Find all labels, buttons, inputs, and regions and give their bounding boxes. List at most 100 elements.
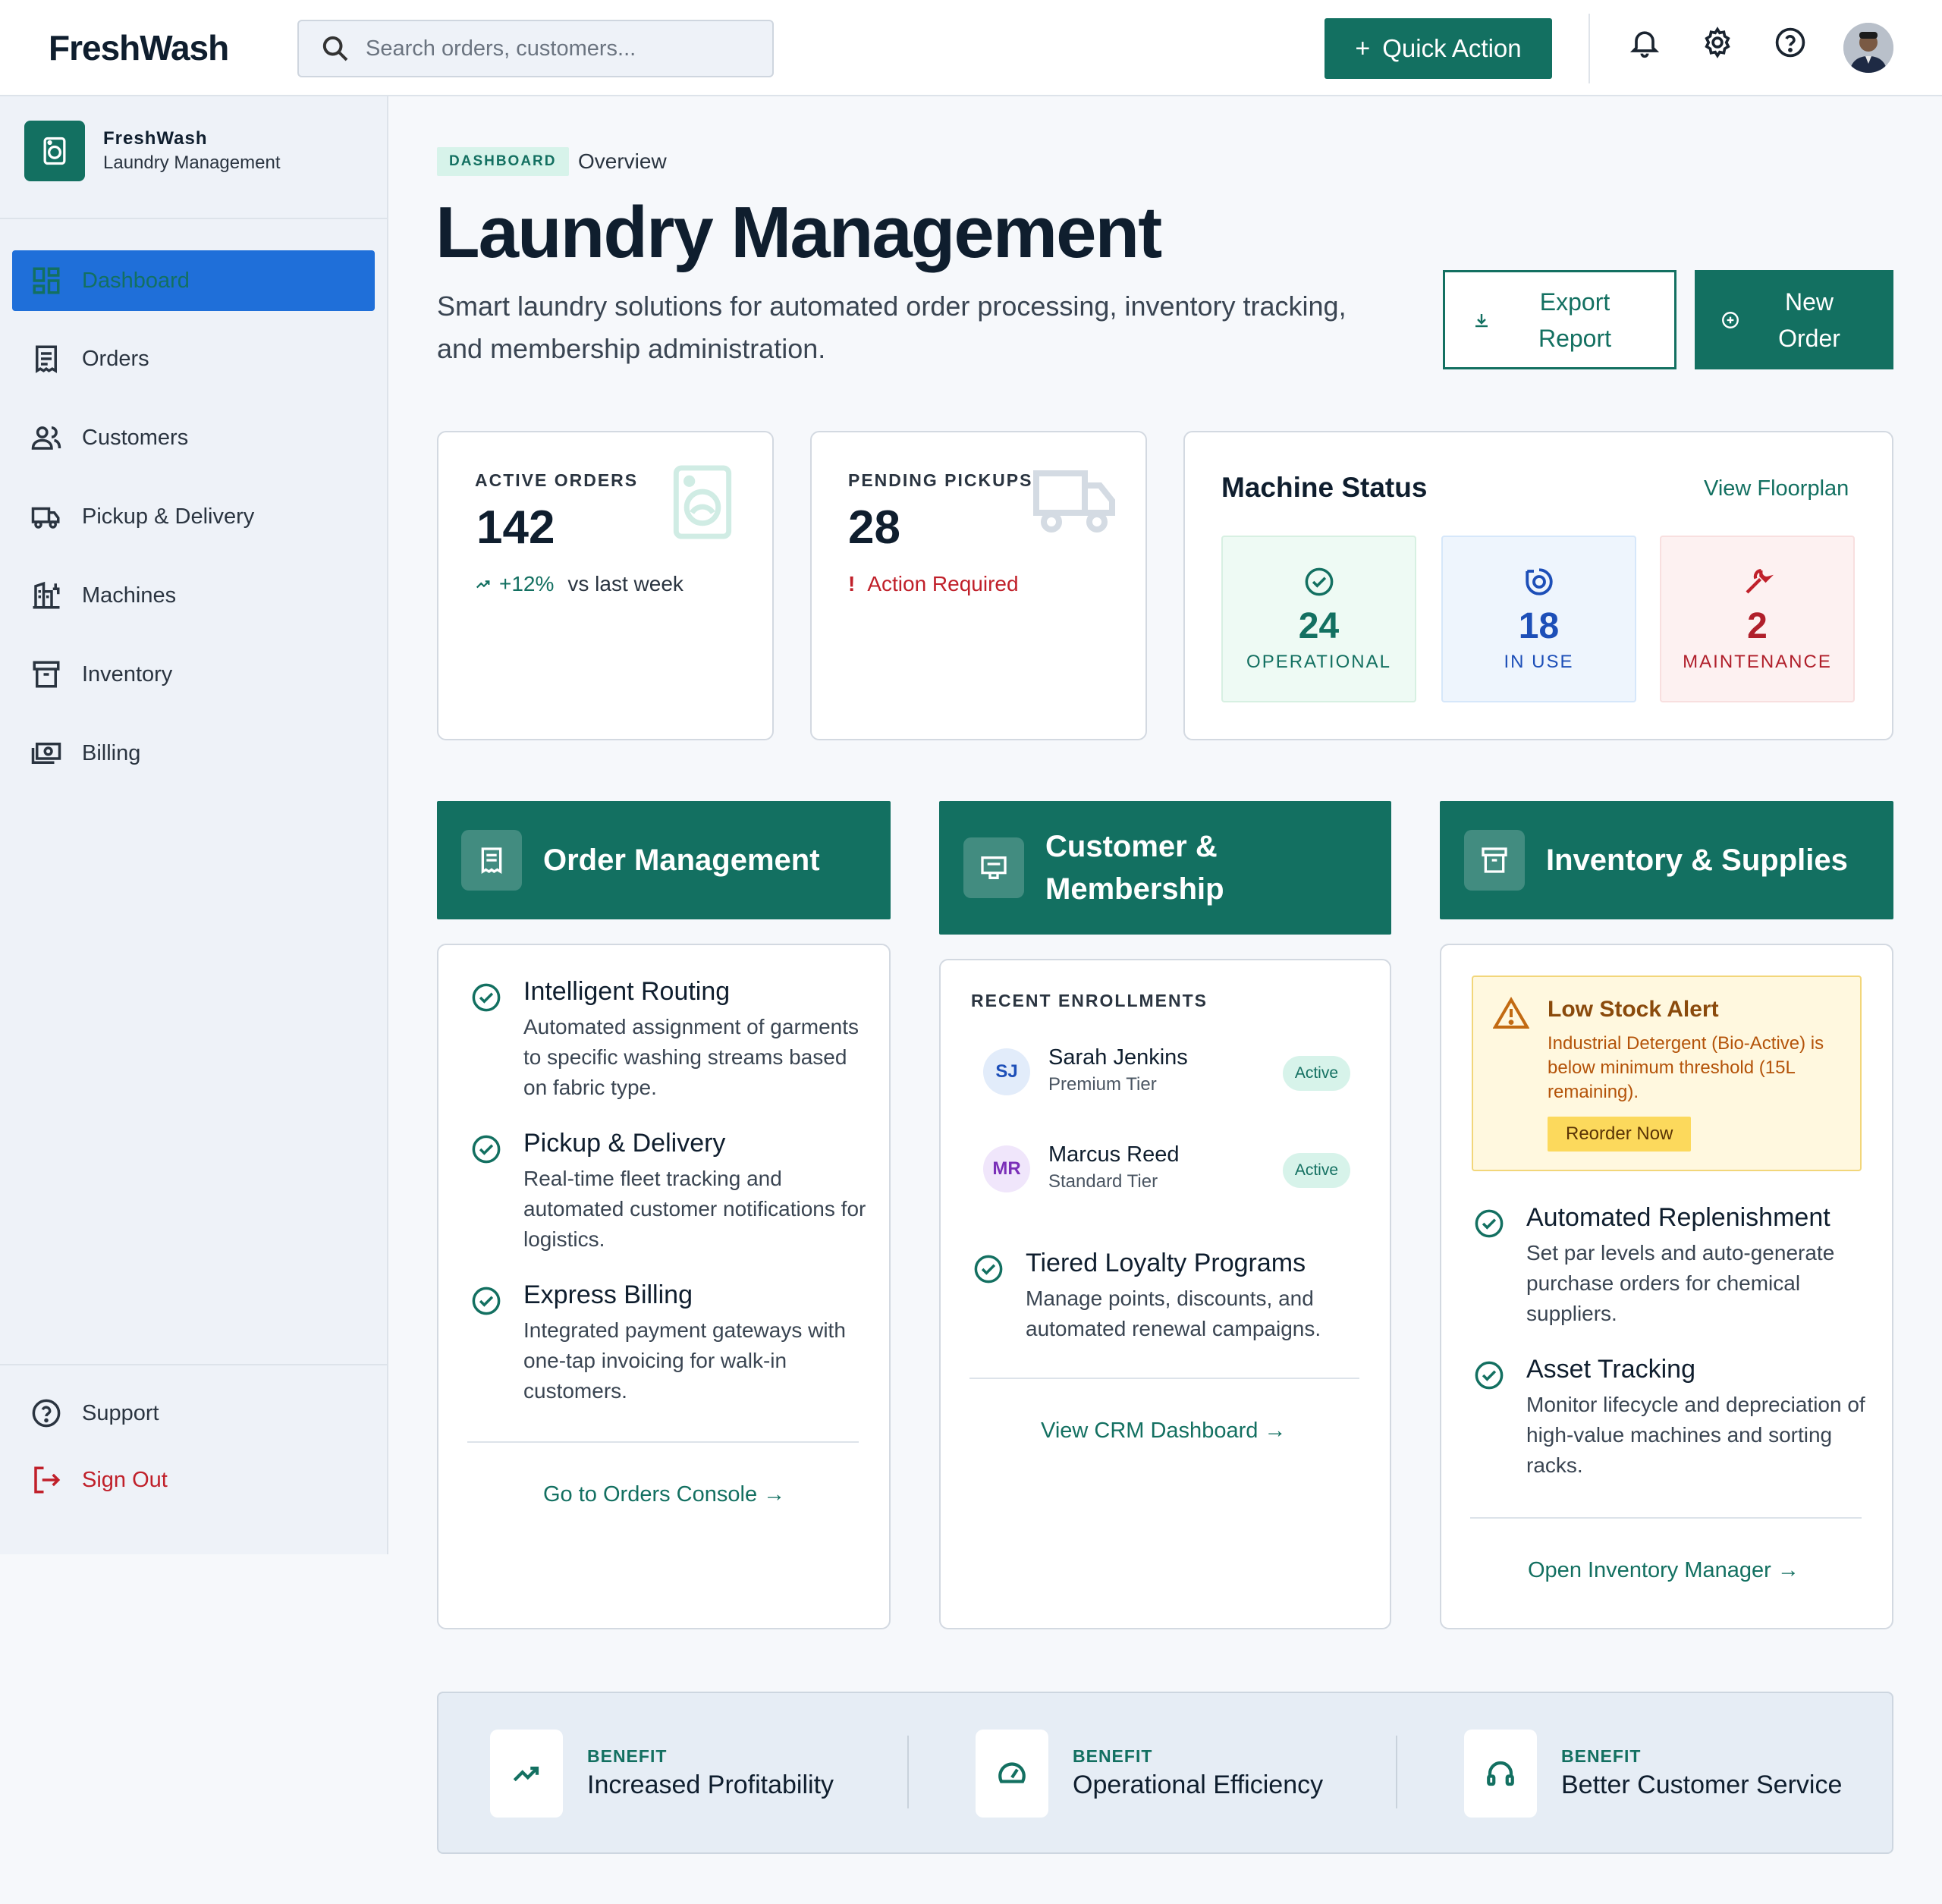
sidebar-item-inventory[interactable]: Inventory [12, 644, 375, 705]
header-divider [1588, 14, 1590, 83]
feature-title: Pickup & Delivery [523, 1129, 726, 1158]
washer-icon [673, 465, 732, 539]
avatar: MR [983, 1145, 1030, 1192]
sidebar-item-dashboard[interactable]: Dashboard [12, 250, 375, 311]
crm-dashboard-link[interactable]: View CRM Dashboard → [1041, 1419, 1286, 1444]
receipt-icon [36, 345, 57, 373]
help-icon[interactable] [1774, 26, 1807, 59]
spin-icon [1525, 568, 1553, 595]
benefit-divider [907, 1736, 909, 1808]
sidebar-item-label: Orders [82, 346, 149, 371]
active-orders-label: ACTIVE ORDERS [475, 470, 639, 490]
user-avatar[interactable] [1843, 23, 1893, 73]
check-circle-icon [974, 1255, 1003, 1283]
sidebar-item-label: Machines [82, 583, 177, 608]
sidebar-item-label: Customers [82, 425, 189, 450]
avatar: SJ [983, 1048, 1030, 1095]
operational-tile: 24 OPERATIONAL [1221, 536, 1416, 702]
id-card-icon [963, 837, 1024, 898]
cash-icon [31, 743, 61, 764]
bell-icon[interactable] [1628, 26, 1661, 59]
benefit-label: BENEFIT [1561, 1746, 1642, 1766]
truck-icon [1033, 470, 1115, 533]
sidebar-item-label: Billing [82, 740, 141, 765]
quick-action-button[interactable]: + Quick Action [1325, 18, 1552, 79]
operational-label: OPERATIONAL [1246, 652, 1391, 672]
maintenance-tile: 2 MAINTENANCE [1660, 536, 1855, 702]
active-orders-delta: +12% [499, 572, 555, 595]
feature-desc: Set par levels and auto-generate purchas… [1526, 1241, 1835, 1325]
new-order-button[interactable]: New Order [1695, 270, 1893, 369]
reorder-now-button[interactable]: Reorder Now [1548, 1117, 1692, 1152]
new-order-label-2: Order [1778, 324, 1840, 352]
feature-desc: Automated assignment of garments to spec… [523, 1015, 859, 1099]
download-icon [1475, 313, 1488, 327]
brand-subtitle: Laundry Management [103, 152, 281, 173]
view-floorplan-link[interactable]: View Floorplan [1704, 476, 1849, 501]
sidebar-item-customers[interactable]: Customers [12, 407, 375, 468]
enrollment-name: Sarah Jenkins [1048, 1045, 1188, 1070]
dashboard-icon [33, 267, 60, 294]
washer-icon [24, 121, 85, 181]
trend-up-icon [490, 1730, 563, 1818]
benefit-title: Better Customer Service [1561, 1770, 1843, 1799]
customer-membership-header: Customer & Membership [939, 801, 1391, 935]
feature-title: Asset Tracking [1526, 1355, 1695, 1384]
card-divider [969, 1378, 1359, 1379]
benefits-strip: BENEFIT Increased Profitability BENEFIT … [437, 1692, 1893, 1854]
gear-icon[interactable] [1701, 26, 1734, 59]
warning-icon [1493, 997, 1529, 1029]
inventory-manager-link[interactable]: Open Inventory Manager → [1528, 1558, 1799, 1583]
quick-action-label: Quick Action [1382, 34, 1522, 62]
sidebar-item-billing[interactable]: Billing [12, 723, 375, 784]
customer-membership-title-1: Customer & [1045, 830, 1218, 863]
sidebar-item-machines[interactable]: Machines [12, 565, 375, 626]
archive-icon [33, 661, 60, 688]
plus-circle-icon [1722, 311, 1739, 328]
help-icon [32, 1399, 61, 1428]
sidebar-item-label: Dashboard [82, 268, 190, 293]
card-divider [467, 1441, 859, 1443]
page-tag: DASHBOARD [437, 147, 569, 176]
sidebar-item-label: Pickup & Delivery [82, 504, 255, 529]
active-orders-value: 142 [476, 501, 555, 554]
order-management-title: Order Management [543, 844, 820, 877]
in-use-tile: 18 IN USE [1441, 536, 1636, 702]
enrollment-tier: Standard Tier [1048, 1171, 1158, 1192]
page-title: Laundry Management [435, 192, 1162, 273]
check-circle-icon [1475, 1209, 1504, 1238]
sidebar-item-label: Inventory [82, 661, 173, 687]
operational-count: 24 [1298, 606, 1340, 646]
benefit-divider [1396, 1736, 1397, 1808]
orders-console-link[interactable]: Go to Orders Console → [543, 1482, 785, 1507]
maintenance-count: 2 [1747, 606, 1768, 646]
active-orders-trend: +12% vs last week [475, 572, 683, 596]
alert-title: Low Stock Alert [1548, 997, 1719, 1022]
search-box[interactable] [297, 20, 774, 77]
plus-icon: + [1355, 33, 1371, 63]
sidebar-item-orders[interactable]: Orders [12, 328, 375, 389]
sign-out-link[interactable]: Sign Out [12, 1450, 375, 1510]
enrollment-row[interactable]: MR Marcus Reed Standard Tier Active [983, 1139, 1359, 1200]
pending-note-text: Action Required [867, 572, 1019, 595]
feature-title: Tiered Loyalty Programs [1026, 1249, 1306, 1277]
export-report-button[interactable]: Export Report [1443, 270, 1676, 369]
sign-out-label: Sign Out [82, 1467, 168, 1492]
status-badge: Active [1282, 1153, 1350, 1188]
customer-membership-title-2: Membership [1045, 872, 1224, 906]
wrench-icon [1746, 569, 1774, 594]
machine-icon [33, 581, 60, 609]
pending-pickups-note: ! Action Required [848, 572, 1019, 596]
app-logo[interactable]: FreshWash [49, 27, 229, 68]
feature-title: Automated Replenishment [1526, 1203, 1830, 1232]
recent-enrollments-label: RECENT ENROLLMENTS [971, 991, 1208, 1010]
maintenance-label: MAINTENANCE [1683, 652, 1832, 672]
search-input[interactable] [366, 36, 760, 61]
enrollment-row[interactable]: SJ Sarah Jenkins Premium Tier Active [983, 1042, 1359, 1103]
check-circle-icon [472, 1135, 501, 1164]
benefit-title: Increased Profitability [587, 1770, 834, 1799]
support-link[interactable]: Support [12, 1383, 375, 1444]
benefit-label: BENEFIT [1073, 1746, 1153, 1766]
in-use-count: 18 [1518, 606, 1560, 646]
sidebar-item-pickup-delivery[interactable]: Pickup & Delivery [12, 486, 375, 547]
